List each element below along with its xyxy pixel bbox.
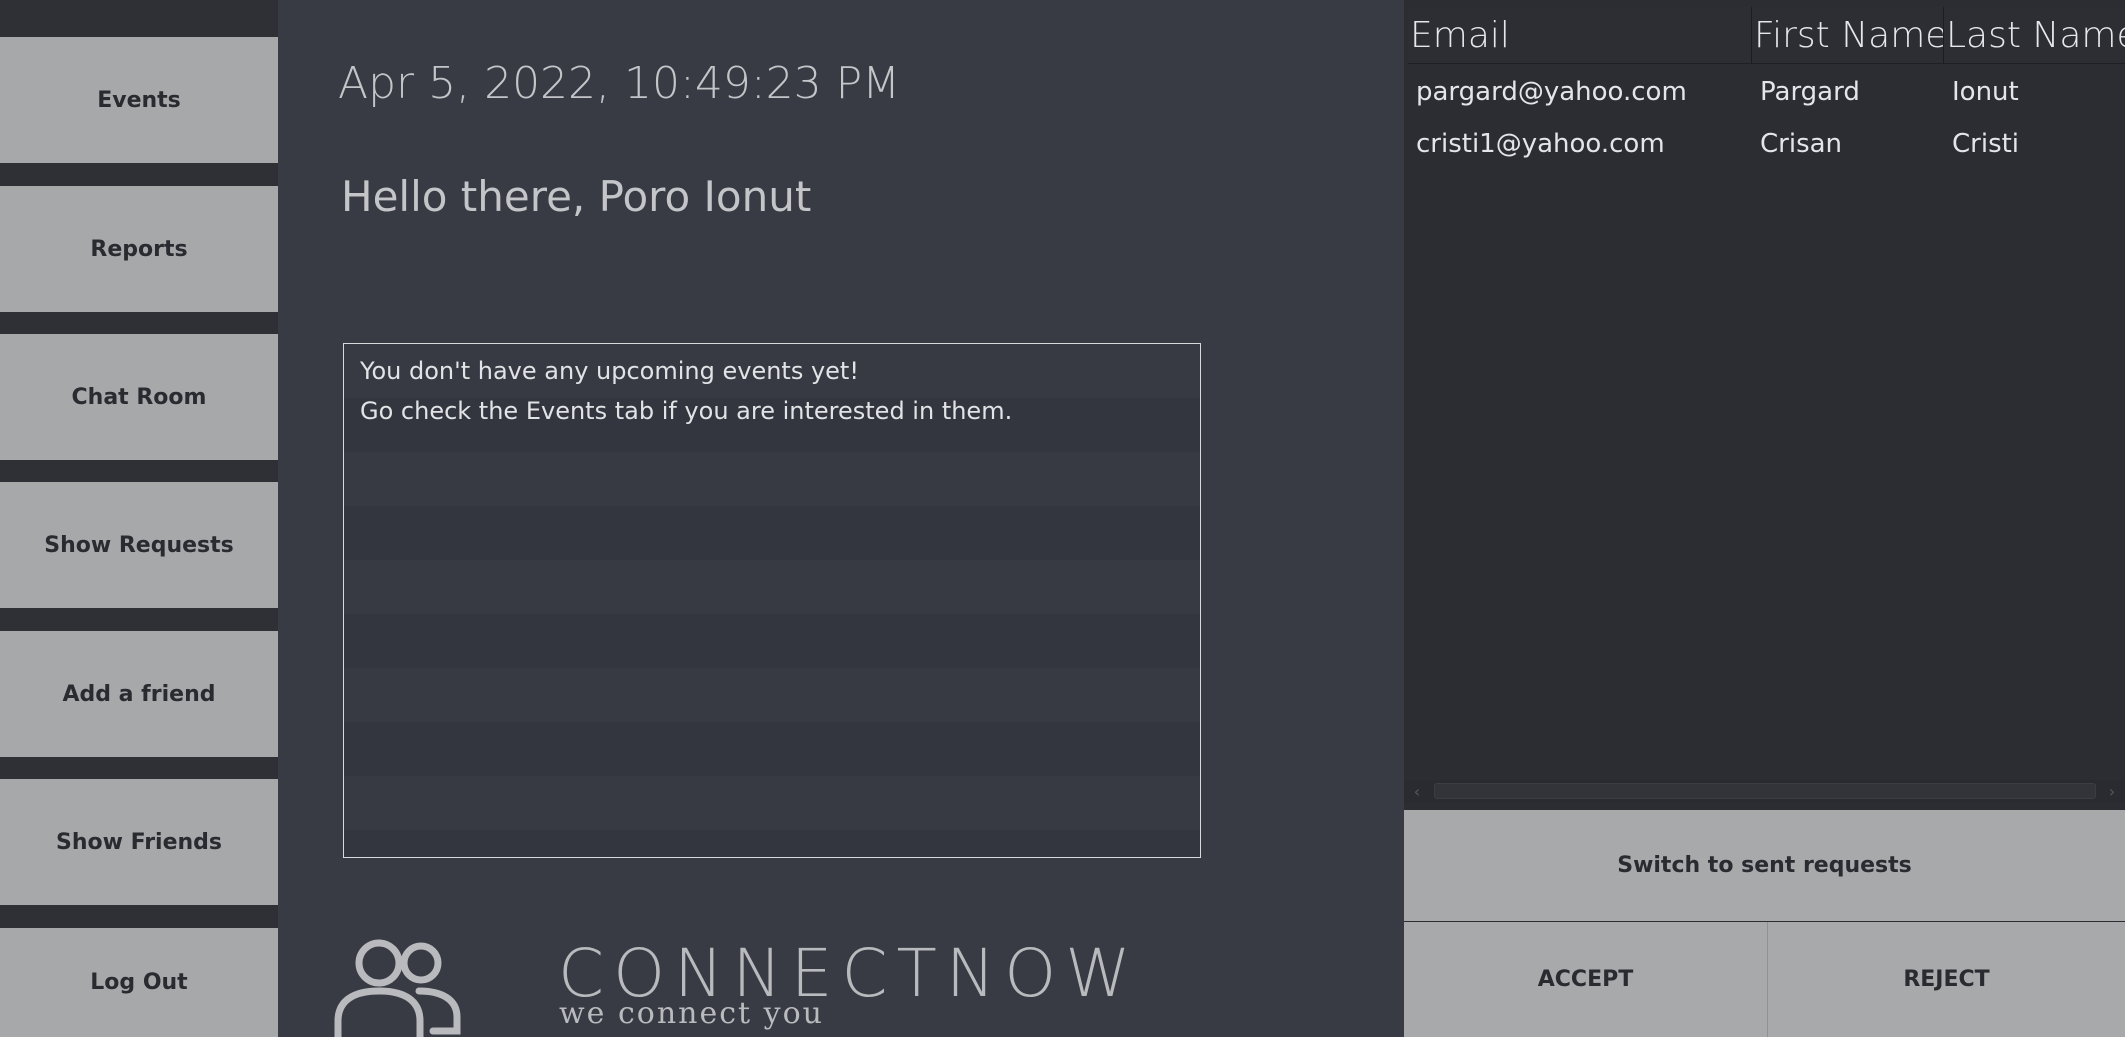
- reject-button[interactable]: REJECT: [1768, 922, 2125, 1037]
- events-message-line: Go check the Events tab if you are inter…: [360, 397, 1013, 425]
- sidebar-item-reports[interactable]: Reports: [0, 186, 278, 312]
- column-header-first-name[interactable]: First Name: [1752, 7, 1944, 64]
- button-label: ACCEPT: [1537, 967, 1634, 992]
- upcoming-events-list[interactable]: You don't have any upcoming events yet! …: [343, 343, 1201, 858]
- scrollbar-thumb[interactable]: [1434, 783, 2096, 799]
- sidebar-item-label: Log Out: [90, 970, 188, 995]
- switch-to-sent-requests-button[interactable]: Switch to sent requests: [1404, 810, 2125, 921]
- requests-panel: Email First Name Last Name pargard@yahoo…: [1404, 0, 2125, 1037]
- sidebar-item-label: Events: [97, 87, 181, 113]
- app-window: Events Reports Chat Room Show Requests A…: [0, 0, 2125, 1037]
- sidebar-item-label: Show Friends: [55, 829, 223, 855]
- sidebar-item-show-friends[interactable]: Show Friends: [0, 779, 278, 905]
- column-header-last-name[interactable]: Last Name: [1944, 7, 2125, 64]
- button-label: REJECT: [1903, 967, 1990, 992]
- sidebar: Events Reports Chat Room Show Requests A…: [0, 0, 278, 1037]
- cell-email: cristi1@yahoo.com: [1416, 129, 1665, 159]
- datetime-label: Apr 5, 2022, 10:49:23 PM: [338, 58, 901, 109]
- sidebar-item-events[interactable]: Events: [0, 37, 278, 163]
- sidebar-item-label: Reports: [90, 236, 188, 262]
- horizontal-scrollbar[interactable]: ‹ ›: [1404, 780, 2125, 802]
- accept-button[interactable]: ACCEPT: [1404, 922, 1767, 1037]
- sidebar-item-chat-room[interactable]: Chat Room: [0, 334, 278, 460]
- cell-first-name: Crisan: [1760, 129, 1843, 159]
- sidebar-item-label: Show Requests: [44, 532, 234, 558]
- events-message-line: You don't have any upcoming events yet!: [360, 357, 859, 385]
- sidebar-item-add-friend[interactable]: Add a friend: [0, 631, 278, 757]
- requests-table[interactable]: Email First Name Last Name pargard@yahoo…: [1404, 0, 2125, 810]
- table-header: Email First Name Last Name: [1408, 7, 2125, 64]
- sidebar-item-label: Add a friend: [62, 681, 216, 707]
- table-row[interactable]: pargard@yahoo.com Pargard Ionut: [1408, 66, 2125, 118]
- main-panel: Apr 5, 2022, 10:49:23 PM Hello there, Po…: [278, 0, 1404, 1037]
- sidebar-item-label: Chat Room: [71, 384, 207, 410]
- cell-last-name: Ionut: [1952, 77, 2019, 107]
- column-header-email[interactable]: Email: [1408, 7, 1752, 64]
- connectnow-logo: CONNECTNOW we connect you: [333, 935, 1130, 1037]
- logo-tagline: we connect you: [559, 996, 824, 1031]
- greeting-label: Hello there, Poro Ionut: [341, 172, 812, 221]
- cell-first-name: Pargard: [1760, 77, 1860, 107]
- sidebar-item-show-requests[interactable]: Show Requests: [0, 482, 278, 608]
- cell-email: pargard@yahoo.com: [1416, 77, 1687, 107]
- logout-button[interactable]: Log Out: [0, 928, 278, 1037]
- button-label: Switch to sent requests: [1617, 853, 1912, 878]
- scroll-left-icon[interactable]: ‹: [1406, 780, 1428, 802]
- table-row[interactable]: cristi1@yahoo.com Crisan Cristi: [1408, 118, 2125, 170]
- people-icon: [334, 939, 461, 1037]
- scroll-right-icon[interactable]: ›: [2101, 780, 2123, 802]
- cell-last-name: Cristi: [1952, 129, 2020, 159]
